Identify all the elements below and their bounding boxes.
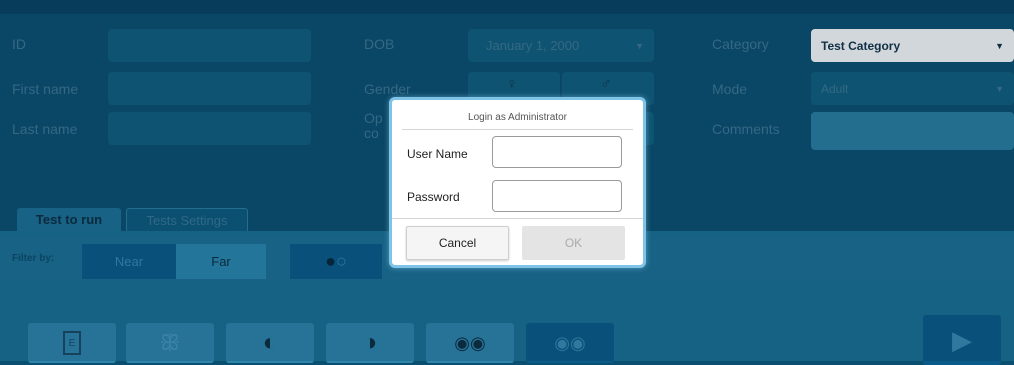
buttons-divider (392, 218, 643, 219)
password-label: Password (407, 190, 460, 204)
ok-button[interactable]: OK (522, 226, 625, 260)
password-input[interactable] (492, 180, 622, 212)
login-dialog: Login as Administrator User Name Passwor… (389, 97, 646, 268)
username-label: User Name (407, 147, 468, 161)
dialog-title: Login as Administrator (468, 112, 567, 123)
username-input[interactable] (492, 136, 622, 168)
cancel-button[interactable]: Cancel (406, 226, 509, 260)
title-divider (402, 129, 633, 130)
